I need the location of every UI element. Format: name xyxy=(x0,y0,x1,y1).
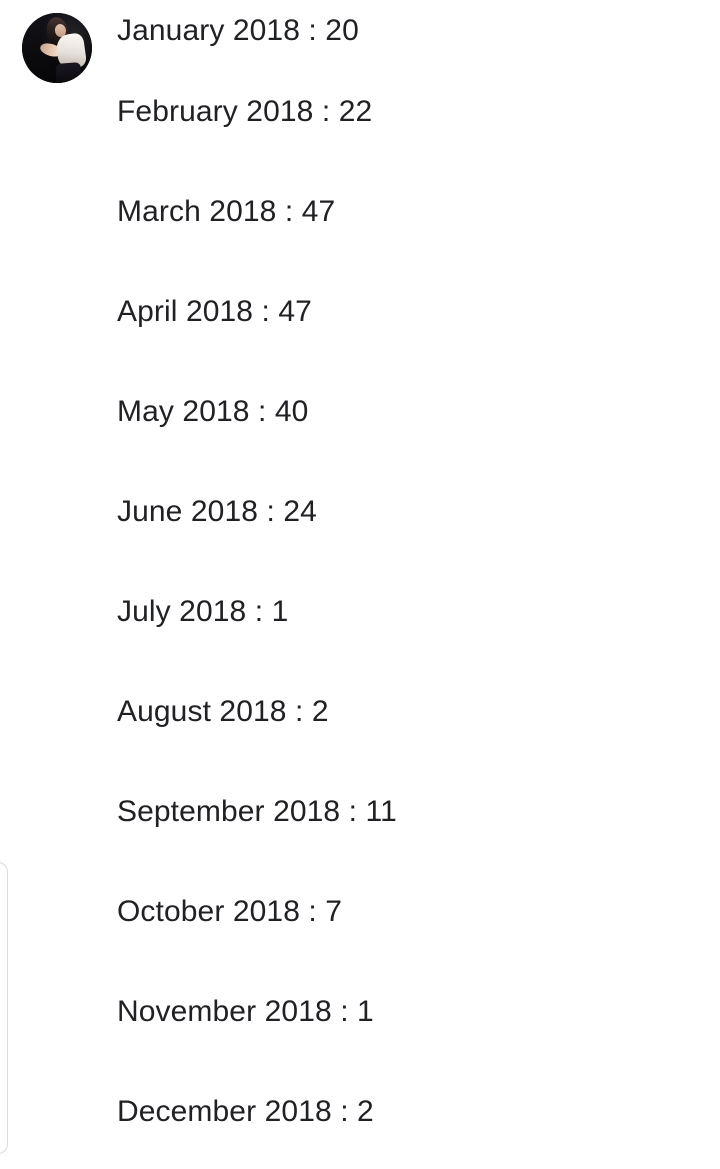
list-item: February 2018 : 22 xyxy=(117,62,677,162)
list-item-label: October 2018 : 7 xyxy=(117,895,343,928)
list-item-label: November 2018 : 1 xyxy=(117,995,374,1028)
list-item: September 2018 : 11 xyxy=(117,762,677,862)
list-item-label: July 2018 : 1 xyxy=(117,595,289,628)
list-item-label: December 2018 : 2 xyxy=(117,1095,374,1128)
list-item: November 2018 : 1 xyxy=(117,962,677,1062)
list-item: May 2018 : 40 xyxy=(117,362,677,462)
avatar[interactable] xyxy=(22,13,92,83)
list-item: January 2018 : 20 xyxy=(117,0,677,62)
list-item-label: April 2018 : 47 xyxy=(117,295,312,328)
list-item: October 2018 : 7 xyxy=(117,862,677,962)
list-item: March 2018 : 47 xyxy=(117,162,677,262)
list-item-label: September 2018 : 11 xyxy=(117,795,397,828)
list-item: December 2018 : 2 xyxy=(117,1062,677,1162)
list-item: August 2018 : 2 xyxy=(117,662,677,762)
list-item: June 2018 : 24 xyxy=(117,462,677,562)
list-item-label: January 2018 : 20 xyxy=(117,14,359,47)
monthly-stats-list: January 2018 : 20 February 2018 : 22 Mar… xyxy=(117,0,677,1162)
list-item: April 2018 : 47 xyxy=(117,262,677,362)
list-item-label: February 2018 : 22 xyxy=(117,95,373,128)
list-item-label: March 2018 : 47 xyxy=(117,195,336,228)
avatar-photo-skirt xyxy=(54,62,82,83)
panel-left-edge xyxy=(0,862,8,1154)
list-item-label: August 2018 : 2 xyxy=(117,695,329,728)
list-item-label: June 2018 : 24 xyxy=(117,495,317,528)
list-item: July 2018 : 1 xyxy=(117,562,677,662)
list-item-label: May 2018 : 40 xyxy=(117,395,309,428)
